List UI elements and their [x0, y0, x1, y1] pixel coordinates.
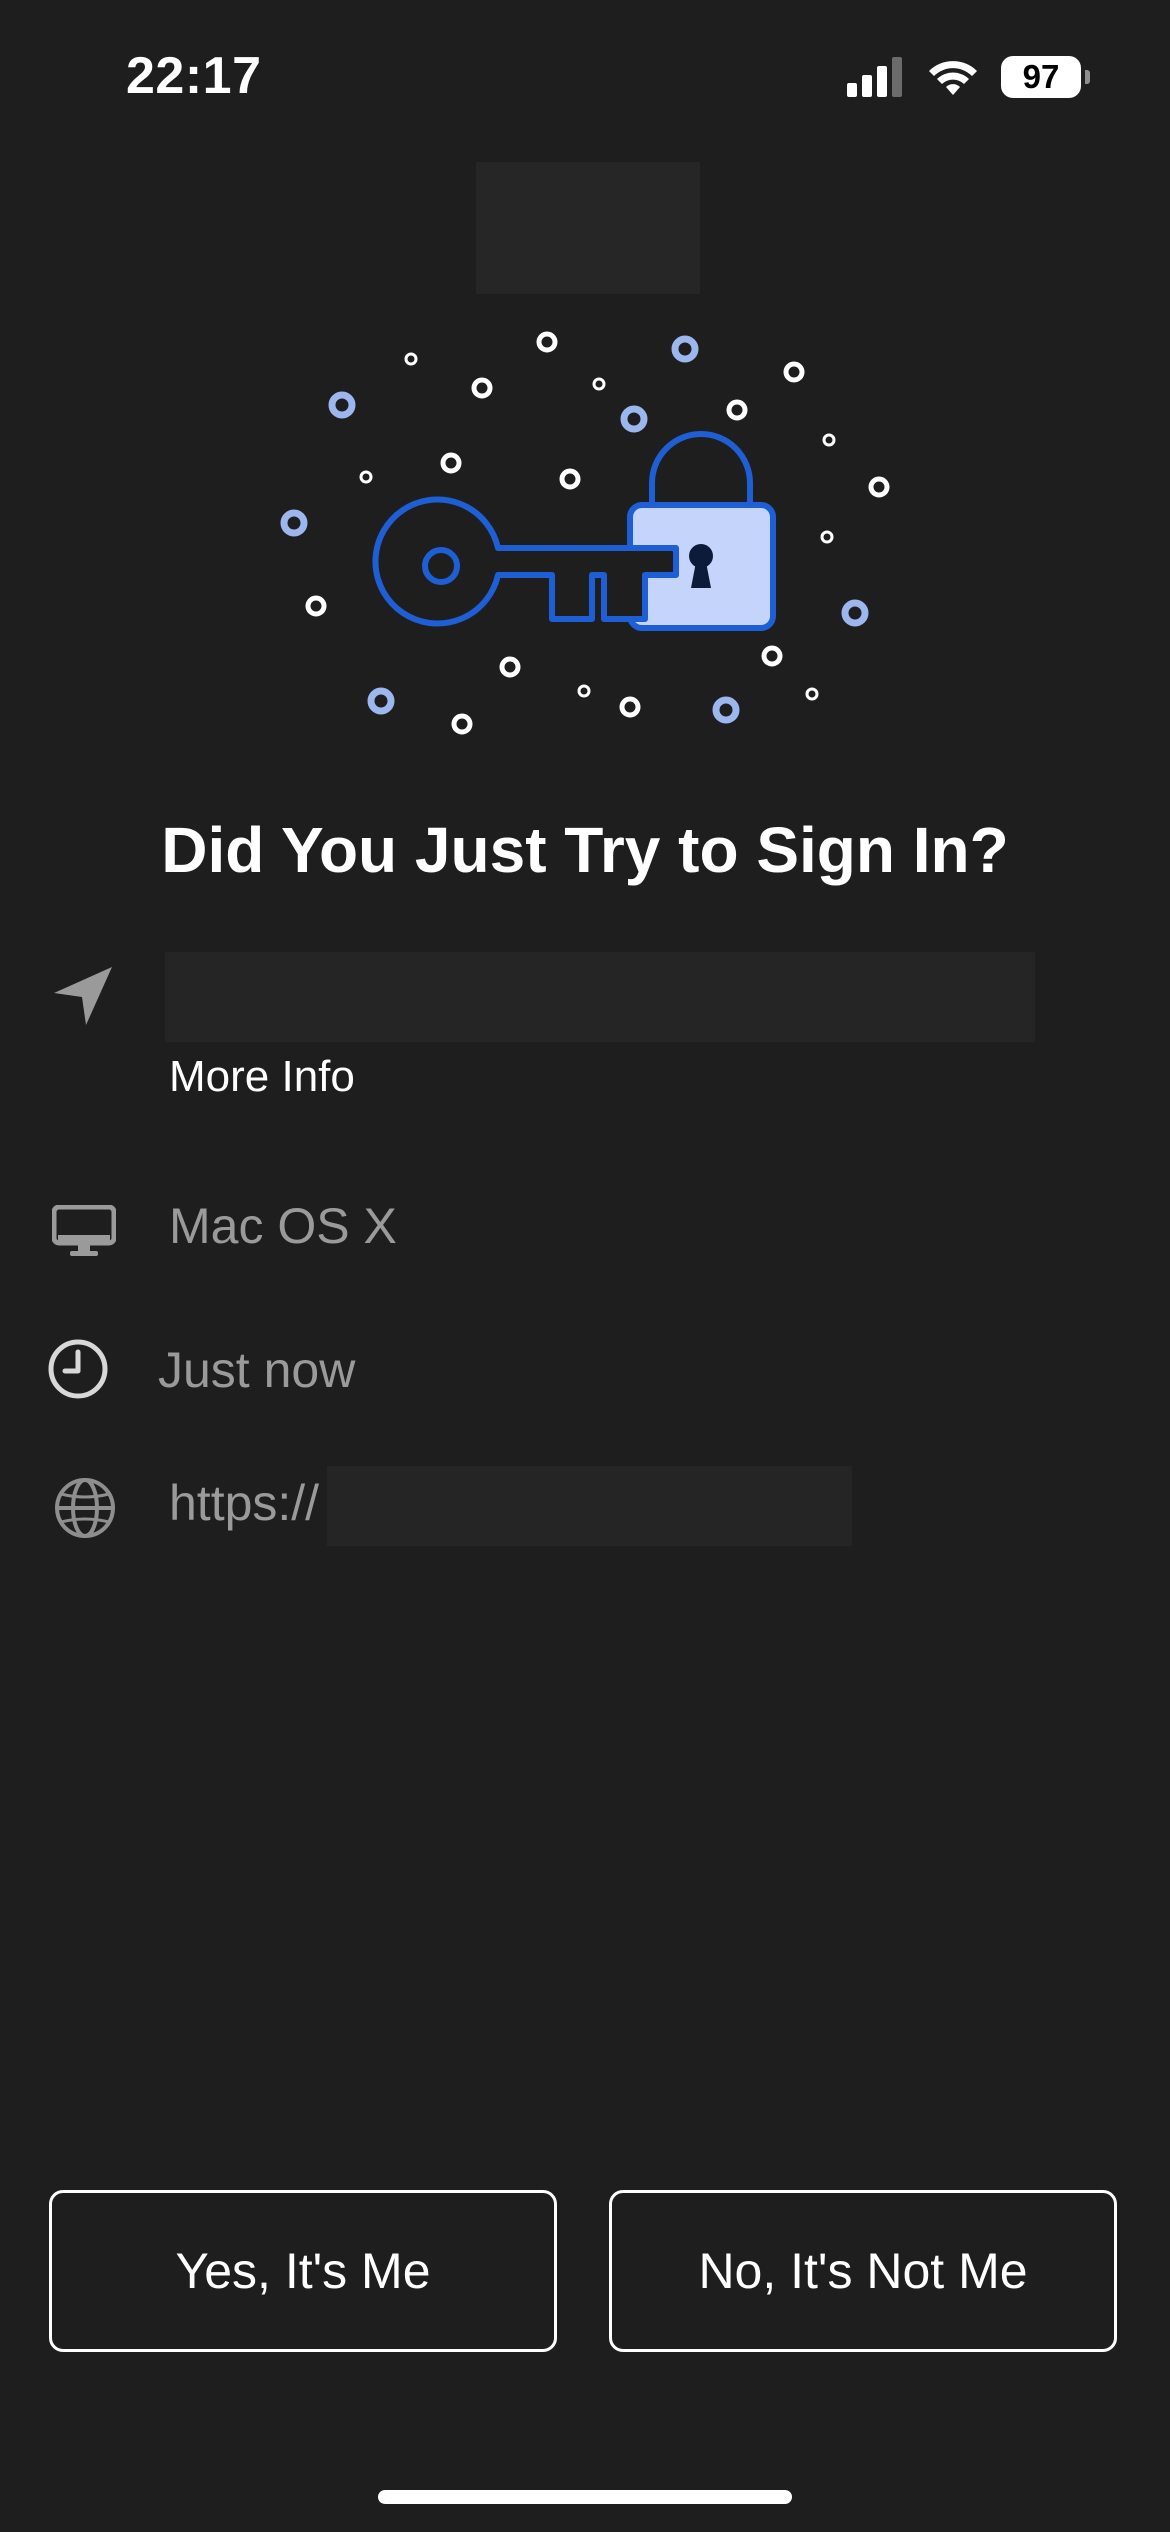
- no-its-not-me-button[interactable]: No, It's Not Me: [609, 2190, 1117, 2352]
- location-arrow-icon: [54, 967, 112, 1025]
- home-indicator[interactable]: [378, 2490, 792, 2504]
- battery-cap: [1085, 70, 1090, 84]
- status-icons: 97: [847, 52, 1090, 102]
- yes-its-me-button[interactable]: Yes, It's Me: [49, 2190, 557, 2352]
- more-info-link[interactable]: More Info: [169, 1048, 355, 1106]
- key-lock-illustration: [280, 331, 890, 735]
- url-prefix-text: https://: [169, 1475, 320, 1531]
- url-redacted: [327, 1466, 852, 1546]
- clock-icon: [48, 1339, 108, 1399]
- time-text: Just now: [158, 1342, 356, 1398]
- page-title: Did You Just Try to Sign In?: [161, 814, 1009, 886]
- globe-icon: [55, 1478, 115, 1538]
- desktop-computer-icon: [52, 1205, 116, 1256]
- location-redacted: [165, 952, 1035, 1042]
- app-logo-redacted: [476, 162, 700, 294]
- cellular-signal-icon: [847, 57, 902, 97]
- status-time: 22:17: [126, 47, 262, 105]
- device-text: Mac OS X: [169, 1198, 397, 1254]
- battery-indicator: 97: [1001, 56, 1081, 98]
- wifi-icon: [929, 61, 977, 95]
